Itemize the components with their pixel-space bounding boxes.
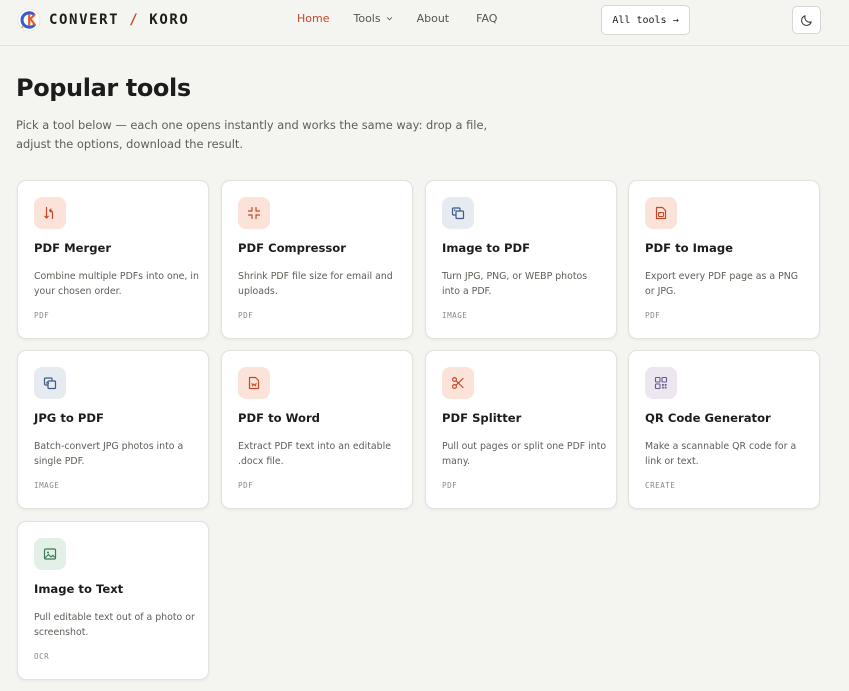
tool-card-description: Extract PDF text into an editable .docx …	[238, 441, 391, 467]
nav-faq-link[interactable]: FAQ	[476, 12, 497, 25]
tool-card-pdf-compressor[interactable]: PDF Compressor Shrink PDF file size for …	[221, 180, 413, 339]
tool-card-description: Shrink PDF file size for email and uploa…	[238, 271, 393, 297]
tool-card-tag: CREATE	[645, 481, 676, 490]
main-nav: Home Tools About FAQ	[297, 12, 497, 25]
nav-home-link[interactable]: Home	[297, 12, 329, 25]
tool-card-pdf-splitter[interactable]: PDF Splitter Pull out pages or split one…	[425, 350, 617, 509]
tool-card-image-to-pdf[interactable]: Image to PDF Turn JPG, PNG, or WEBP phot…	[425, 180, 617, 339]
tool-card-tag: PDF	[645, 311, 661, 320]
nav-about-link[interactable]: About	[417, 12, 450, 25]
chevron-down-icon	[386, 17, 392, 21]
tool-card-tag: PDF	[34, 311, 50, 320]
all-tools-button[interactable]: All tools →	[601, 5, 690, 35]
qr-code-icon	[645, 367, 677, 399]
page-title: Popular tools	[16, 74, 191, 102]
tool-card-description: Batch-convert JPG photos into a single P…	[34, 441, 184, 467]
tool-card-description: Turn JPG, PNG, or WEBP photos into a PDF…	[442, 271, 588, 297]
tool-card-tag: OCR	[34, 652, 50, 661]
tool-card-tag: PDF	[442, 481, 458, 490]
site-header: CONVERT / KORO Home Tools About FAQ All …	[0, 0, 849, 46]
tool-card-description: Pull out pages or split one PDF into man…	[442, 441, 607, 467]
tool-card-title: Image to Text	[34, 582, 124, 596]
scissors-icon	[442, 367, 474, 399]
tool-card-description: Combine multiple PDFs into one, in your …	[34, 271, 199, 297]
tool-card-pdf-to-word[interactable]: PDF to Word Extract PDF text into an edi…	[221, 350, 413, 509]
image-to-pdf-icon	[442, 197, 474, 229]
tool-card-pdf-merger[interactable]: PDF Merger Combine multiple PDFs into on…	[17, 180, 209, 339]
tool-card-title: PDF to Word	[238, 411, 320, 425]
brand-name: CONVERT / KORO	[49, 12, 190, 28]
tool-card-tag: IMAGE	[442, 311, 468, 320]
pdf-to-image-icon	[645, 197, 677, 229]
tool-card-title: PDF Splitter	[442, 411, 522, 425]
tool-card-title: PDF Merger	[34, 241, 112, 255]
tool-card-title: JPG to PDF	[34, 411, 104, 425]
tool-card-tag: PDF	[238, 311, 254, 320]
pdf-to-word-icon	[238, 367, 270, 399]
tool-card-title: Image to PDF	[442, 241, 531, 255]
tool-card-image-to-text[interactable]: Image to Text Pull editable text out of …	[17, 521, 209, 680]
nav-tools-dropdown[interactable]: Tools	[353, 12, 392, 25]
merge-icon	[34, 197, 66, 229]
tool-card-description: Pull editable text out of a photo or scr…	[34, 612, 195, 638]
page-subtitle: Pick a tool below — each one opens insta…	[16, 118, 488, 151]
jpg-to-pdf-icon	[34, 367, 66, 399]
tool-card-description: Make a scannable QR code for a link or t…	[645, 441, 797, 467]
tool-card-title: PDF to Image	[645, 241, 734, 255]
tool-card-jpg-to-pdf[interactable]: JPG to PDF Batch-convert JPG photos into…	[17, 350, 209, 509]
nav-tools-label: Tools	[353, 12, 381, 25]
moon-icon	[800, 15, 812, 26]
tool-card-title: PDF Compressor	[238, 241, 346, 255]
image-icon	[34, 538, 66, 570]
brand-logo[interactable]: CONVERT / KORO	[17, 8, 189, 32]
compress-icon	[238, 197, 270, 229]
tool-card-description: Export every PDF page as a PNG or JPG.	[645, 271, 799, 297]
tool-card-pdf-to-image[interactable]: PDF to Image Export every PDF page as a …	[628, 180, 820, 339]
tool-card-tag: IMAGE	[34, 481, 60, 490]
tool-card-tag: PDF	[238, 481, 254, 490]
brand-logo-icon	[17, 8, 41, 32]
tool-card-title: QR Code Generator	[645, 411, 771, 425]
tool-card-qr-code-generator[interactable]: QR Code Generator Make a scannable QR co…	[628, 350, 820, 509]
theme-toggle-button[interactable]	[792, 6, 821, 34]
